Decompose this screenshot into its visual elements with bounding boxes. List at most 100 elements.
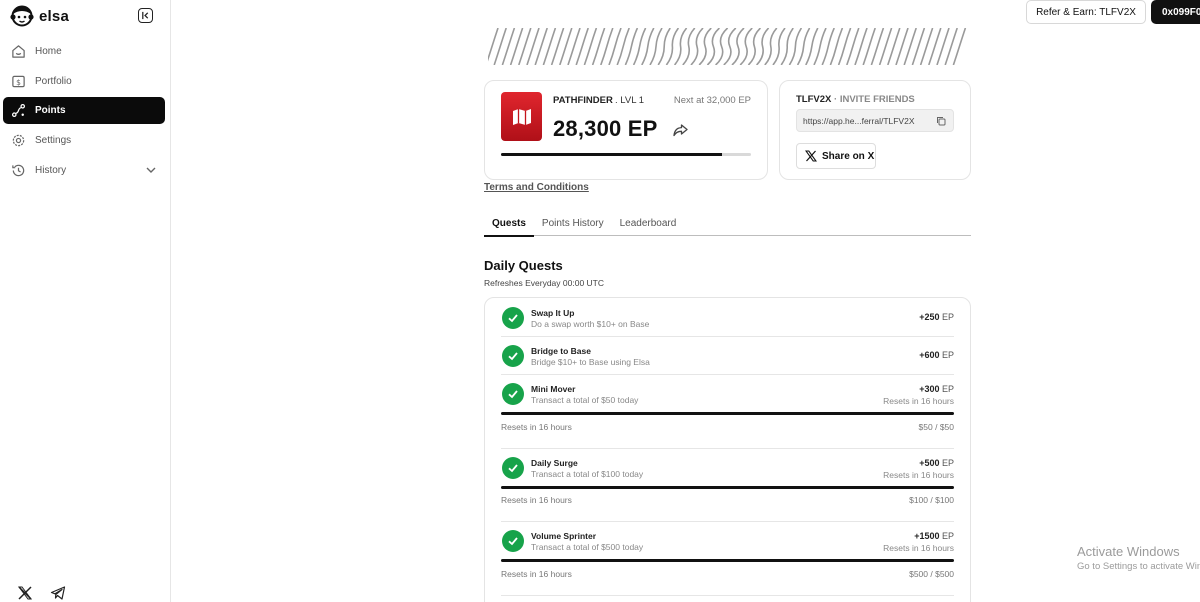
quest-reward: +1500 EP [914, 531, 954, 541]
quest-reward: +250 EP [919, 312, 954, 322]
quest-reward: +500 EP [919, 458, 954, 468]
share-on-x-button[interactable]: Share on X [796, 143, 876, 169]
share-icon[interactable] [673, 123, 688, 137]
x-logo-icon[interactable] [17, 585, 33, 601]
banner-line [682, 28, 696, 65]
quest-reset-note: Resets in 16 hours [501, 495, 572, 505]
refer-earn-button[interactable]: Refer & Earn: TLFV2X [1026, 0, 1146, 24]
banner-line [706, 28, 720, 65]
quest-reward-unit: EP [941, 458, 954, 468]
chevron-down-icon[interactable] [145, 164, 157, 176]
section-subtitle: Refreshes Everyday 00:00 UTC [484, 278, 604, 288]
banner-line [764, 28, 778, 65]
referral-link-field[interactable]: https://app.he...ferral/TLFV2X [796, 109, 954, 132]
quest-item[interactable]: Mini Mover Transact a total of $50 today… [501, 375, 954, 449]
social-links [17, 585, 66, 601]
quest-progress-fill [501, 412, 954, 415]
sidebar-item-label: Settings [35, 135, 72, 147]
wallet-button[interactable]: 0x099F0 [1151, 0, 1200, 24]
completed-check [502, 383, 524, 405]
collapse-sidebar-button[interactable] [138, 8, 153, 23]
sidebar-item-home[interactable]: Home [3, 38, 165, 65]
completed-check [502, 457, 524, 479]
quest-reward-value: +300 [919, 384, 940, 394]
refer-earn-label: Refer & Earn: TLFV2X [1036, 6, 1136, 18]
banner-line [739, 28, 753, 65]
quest-reset-note: Resets in 16 hours [501, 422, 572, 432]
share-on-x-label: Share on X [822, 150, 875, 162]
check-icon [508, 390, 518, 399]
quest-title: Swap It Up [531, 308, 575, 318]
tab-leaderboard[interactable]: Leaderboard [612, 213, 685, 236]
quest-reward: +300 EP [919, 384, 954, 394]
level-card: PATHFINDER . LVL 1 Next at 32,000 EP 28,… [484, 80, 768, 180]
quest-item[interactable]: Volume Sprinter Transact a total of $500… [501, 522, 954, 596]
sidebar-item-label: Home [35, 46, 62, 57]
quest-progress-fill [501, 486, 954, 489]
settings-icon [12, 134, 25, 147]
tab-points-history[interactable]: Points History [534, 213, 612, 236]
banner-line [665, 28, 680, 65]
quest-description: Bridge $10+ to Base using Elsa [531, 357, 650, 367]
level-progress-bar [501, 153, 751, 156]
referral-code: TLFV2X [796, 94, 832, 105]
sidebar-item-settings[interactable]: Settings [3, 127, 165, 154]
home-icon [12, 45, 25, 58]
sidebar-item-points[interactable]: Points [3, 97, 165, 125]
ep-total: 28,300 EP [553, 116, 658, 141]
tab-quests[interactable]: Quests [484, 213, 534, 237]
invite-heading: TLFV2X · INVITE FRIENDS [796, 94, 915, 105]
banner-line [780, 28, 794, 65]
quest-item[interactable]: Swap It Up Do a swap worth $10+ on Base … [501, 298, 954, 337]
quest-item[interactable]: Daily Surge Transact a total of $100 tod… [501, 449, 954, 522]
quest-progress-bar [501, 486, 954, 489]
banner-pattern [488, 28, 967, 65]
sidebar-item-label: Portfolio [35, 75, 72, 87]
sidebar-item-portfolio[interactable]: $ Portfolio [3, 68, 165, 95]
check-icon [508, 464, 518, 473]
quest-list: Swap It Up Do a swap worth $10+ on Base … [484, 297, 971, 602]
quest-description: Transact a total of $50 today [531, 395, 639, 405]
check-icon [508, 314, 518, 323]
completed-check [502, 530, 524, 552]
quest-reward-unit: EP [941, 384, 954, 394]
telegram-icon[interactable] [50, 585, 66, 601]
quest-reset-note: Resets in 16 hours [501, 569, 572, 579]
section-title: Daily Quests [484, 258, 563, 273]
copy-icon[interactable] [936, 116, 946, 126]
history-icon [12, 164, 25, 176]
sidebar-nav: Home $ Portfolio Points Settings History [3, 38, 165, 186]
map-icon [512, 108, 531, 125]
quest-reward-value: +600 [919, 350, 940, 360]
level-name: PATHFINDER [553, 95, 613, 106]
quest-progress-value: $100 / $100 [909, 495, 954, 505]
tab-bar: Quests Points History Leaderboard [484, 213, 971, 237]
completed-check [502, 307, 524, 329]
svg-text:$: $ [16, 77, 21, 86]
elsa-logo-icon [10, 5, 34, 27]
quest-reward-value: +500 [919, 458, 940, 468]
x-logo-icon [805, 150, 817, 162]
check-icon [508, 537, 518, 546]
banner-line [772, 28, 786, 65]
quest-description: Transact a total of $500 today [531, 542, 644, 552]
sidebar-item-label: History [35, 164, 67, 176]
next-level-threshold: Next at 32,000 EP [673, 95, 751, 106]
banner-line [715, 28, 729, 65]
banner-line [690, 28, 704, 65]
quest-description: Transact a total of $100 today [531, 469, 644, 479]
quest-reset-time: Resets in 16 hours [883, 470, 954, 480]
quest-reward-unit: EP [941, 531, 954, 541]
referral-link: https://app.he...ferral/TLFV2X [803, 115, 915, 126]
terms-link[interactable]: Terms and Conditions [484, 182, 589, 193]
check-icon [508, 352, 518, 361]
quest-reward-value: +1500 [914, 531, 940, 541]
sidebar-item-history[interactable]: History [3, 157, 165, 184]
quest-item[interactable]: Bridge to Base Bridge $10+ to Base using… [501, 337, 954, 375]
quest-progress-bar [501, 559, 954, 562]
quest-description: Do a swap worth $10+ on Base [531, 319, 650, 329]
sidebar-item-label: Points [35, 105, 66, 117]
sidebar: elsa Home $ Portfolio Points Settings Hi… [0, 0, 171, 602]
brand[interactable]: elsa [10, 5, 69, 27]
quest-reward-value: +250 [919, 312, 940, 322]
